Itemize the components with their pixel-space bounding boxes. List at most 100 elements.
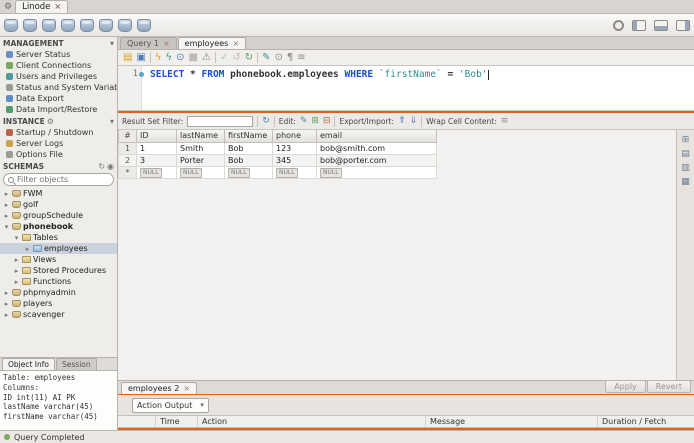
export-icon[interactable]: ⇑ [398,116,406,126]
sidebar-item-client-connections[interactable]: Client Connections [0,60,117,71]
toggle-sidebar-icon[interactable] [632,19,646,31]
result-grid[interactable]: # ID lastName firstName phone email 1 1 … [118,130,676,380]
revert-button[interactable]: Revert [646,380,691,393]
tree-item-groupschedule[interactable]: ▸ groupSchedule [0,210,117,221]
commit-icon[interactable]: ✓ [220,52,228,63]
explain-icon[interactable]: ⊙ [176,52,184,63]
field-types-icon[interactable]: ▥ [681,164,690,173]
tab-session[interactable]: Session [56,358,97,370]
sidebar-item-data-import[interactable]: Data Import/Restore [0,104,117,115]
wrap-cell-content-icon[interactable]: ≡ [501,116,509,126]
expander-icon[interactable]: ▸ [3,212,10,220]
col-header-email[interactable]: email [316,130,437,143]
expander-icon[interactable]: ▸ [13,267,20,275]
cell-null[interactable]: NULL [316,165,437,179]
sql-code-line[interactable]: SELECT * FROM phonebook.employees WHERE … [142,66,694,110]
execute-icon[interactable]: ϟ [155,52,162,63]
cell-email[interactable]: bob@porter.com [316,153,437,167]
execute-current-statement-icon[interactable]: ϟ [166,52,173,63]
sidebar-item-server-logs[interactable]: Server Logs [0,138,117,149]
expander-icon[interactable]: ▸ [3,201,10,209]
cell-null[interactable]: NULL [136,165,177,179]
beautify-icon[interactable]: ✎ [262,52,270,63]
cell-lastname[interactable]: Smith [176,141,225,155]
create-table-icon[interactable] [80,18,94,32]
collapse-section-icon[interactable]: ▾ [110,39,114,48]
cell-id[interactable]: 3 [136,153,177,167]
home-icon[interactable]: ⚙ [4,2,12,12]
apply-button[interactable]: Apply [605,380,646,393]
cell-lastname[interactable]: Porter [176,153,225,167]
new-query-tab-icon[interactable] [4,18,18,32]
query-stats-icon[interactable]: ▦ [681,178,690,187]
expander-icon[interactable]: ▸ [13,278,20,286]
open-file-icon[interactable]: ▤ [123,52,132,63]
inspector-icon[interactable] [42,18,56,32]
expander-icon[interactable]: ▸ [3,311,10,319]
close-tab-icon[interactable]: × [232,39,239,48]
cell-rownum[interactable]: * [118,165,137,179]
output-col-action[interactable]: Action [198,416,426,427]
tree-item-views[interactable]: ▸ Views [0,254,117,265]
schema-filter-input[interactable] [17,175,97,184]
col-header-rownum[interactable]: # [118,130,137,143]
output-col-duration[interactable]: Duration / Fetch [598,416,694,427]
sidebar-item-options-file[interactable]: Options File [0,149,117,160]
refresh-schemas-icon[interactable]: ↻ [98,162,105,171]
cell-rownum[interactable]: 1 [118,141,137,155]
cell-rownum[interactable]: 2 [118,153,137,167]
tree-item-stored-procedures[interactable]: ▸ Stored Procedures [0,265,117,276]
toggle-output-panel-icon[interactable] [654,19,668,31]
eye-icon[interactable]: ◉ [107,162,114,171]
status-indicator-icon[interactable] [613,19,624,31]
close-tab-icon[interactable]: × [163,39,170,48]
autocommit-icon[interactable]: ↻ [245,52,253,63]
action-output-dropdown[interactable]: Action Output ▾ [132,397,209,413]
tab-object-info[interactable]: Object Info [2,358,56,370]
cell-phone[interactable]: 345 [272,153,317,167]
connection-tab-linode[interactable]: Linode × [15,0,69,13]
expander-icon[interactable]: ▾ [13,234,20,242]
expander-icon[interactable]: ▾ [3,223,10,231]
cell-firstname[interactable]: Bob [224,141,273,155]
create-procedure-icon[interactable] [118,18,132,32]
expander-icon[interactable]: ▸ [24,245,31,253]
tree-item-players[interactable]: ▸ players [0,298,117,309]
stop-icon[interactable]: ■ [189,52,198,63]
cell-email[interactable]: bob@smith.com [316,141,437,155]
tab-query-1[interactable]: Query 1 × [120,37,177,49]
close-tab-icon[interactable]: × [54,2,61,11]
tree-item-scavenger[interactable]: ▸ scavenger [0,309,117,320]
sidebar-item-system-variables[interactable]: Status and System Variables [0,82,117,93]
save-icon[interactable]: ▣ [136,52,145,63]
result-filter-input[interactable] [187,115,254,127]
grid-row[interactable]: 1 1 Smith Bob 123 bob@smith.com [118,141,437,155]
toggle-stop-on-error-icon[interactable]: ⚠ [202,52,211,63]
toggle-secondary-sidebar-icon[interactable] [676,19,690,31]
tree-item-phonebook[interactable]: ▾ phonebook [0,221,117,232]
col-header-lastname[interactable]: lastName [176,130,225,143]
tree-item-tables[interactable]: ▾ Tables [0,232,117,243]
grid-new-row[interactable]: * NULL NULL NULL NULL NULL [118,165,437,179]
edit-record-icon[interactable]: ✎ [300,116,308,126]
result-grid-view-icon[interactable]: ⊞ [682,136,690,145]
collapse-section-icon[interactable]: ▾ [110,117,114,126]
col-header-phone[interactable]: phone [272,130,317,143]
create-function-icon[interactable] [137,18,151,32]
open-script-icon[interactable] [23,18,37,32]
expander-icon[interactable]: ▸ [3,289,10,297]
cell-phone[interactable]: 123 [272,141,317,155]
cell-firstname[interactable]: Bob [224,153,273,167]
output-col-time[interactable]: Time [156,416,198,427]
expander-icon[interactable]: ▸ [13,256,20,264]
rollback-icon[interactable]: ↺ [232,52,240,63]
wrap-text-icon[interactable]: ≡ [297,52,305,63]
insert-row-icon[interactable]: ⊞ [311,116,319,126]
sidebar-item-server-status[interactable]: Server Status [0,49,117,60]
sidebar-item-users-privileges[interactable]: Users and Privileges [0,71,117,82]
refresh-results-icon[interactable]: ↻ [262,116,270,126]
sidebar-item-startup-shutdown[interactable]: Startup / Shutdown [0,127,117,138]
sql-editor[interactable]: 1 SELECT * FROM phonebook.employees WHER… [118,66,694,111]
cell-null[interactable]: NULL [224,165,273,179]
create-schema-icon[interactable] [61,18,75,32]
